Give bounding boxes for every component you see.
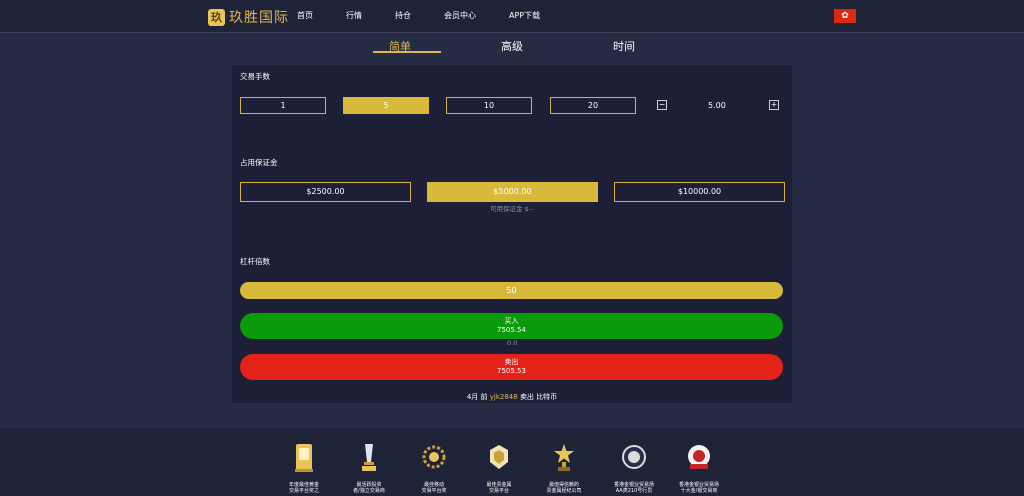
margin-option-10000[interactable]: $10000.00 xyxy=(614,182,785,202)
tab-time[interactable]: 时间 xyxy=(613,38,635,54)
buy-label: 买入 xyxy=(504,317,519,325)
active-tab-indicator xyxy=(373,51,441,53)
emblem-badge-icon xyxy=(688,445,710,469)
margin-label: 占用保证金 xyxy=(240,158,278,167)
award-item: 最佳移动 交易平台奖 xyxy=(404,442,464,494)
order-panel: 交易手数 1 5 10 20 − 5.00 + 占用保证金 $2500.00 $… xyxy=(232,65,792,403)
award-item: 年度最佳黄金 交易平台奖之 xyxy=(274,442,334,494)
star-trophy-icon xyxy=(554,444,574,471)
order-mode-tabs: 简单 高级 时间 xyxy=(0,38,1024,58)
increase-lots-button[interactable]: + xyxy=(769,100,779,110)
award-item: 香港金银业贸易场 十大金/银交易商 xyxy=(669,442,729,494)
award-item: 香港金银业贸易场 AA类210号行员 xyxy=(604,442,664,494)
lots-stepper-value: 5.00 xyxy=(708,101,726,110)
brand-logo[interactable]: 玖 玖胜国际 xyxy=(208,7,289,27)
nav-app-download[interactable]: APP下载 xyxy=(509,10,540,21)
feed-time: 4月 前 xyxy=(466,393,488,401)
sell-button[interactable]: 卖出 7505.53 xyxy=(240,354,783,380)
feed-user: yjk2848 xyxy=(489,393,518,401)
sell-price: 7505.53 xyxy=(497,367,526,375)
spread-value: 0.0 xyxy=(507,339,518,347)
margin-option-2500[interactable]: $2500.00 xyxy=(240,182,411,202)
awards-footer: 年度最佳黄金 交易平台奖之 最活跃投资 者/独立交易商 最佳移动 交易平台奖 最佳贵金… xyxy=(0,428,1024,496)
lots-label: 交易手数 xyxy=(240,72,270,81)
seal-badge-icon xyxy=(622,445,646,469)
sell-label: 卖出 xyxy=(504,358,519,366)
feed-action: 卖出 比特币 xyxy=(519,393,558,401)
nav-positions[interactable]: 持仓 xyxy=(395,10,411,21)
top-navigation-bar: 玖 玖胜国际 首页 行情 持仓 会员中心 APP下载 ✿ xyxy=(0,0,1024,33)
brand-name: 玖胜国际 xyxy=(229,10,289,26)
gold-medal-icon xyxy=(490,445,508,469)
award-item: 最值得信赖的 贵金属经纪公司 xyxy=(534,442,594,494)
decrease-lots-button[interactable]: − xyxy=(657,100,667,110)
trade-activity-feed: 4月 前 yjk2848 卖出 比特币 xyxy=(232,392,792,402)
hong-kong-flag-icon[interactable]: ✿ xyxy=(834,9,856,23)
leverage-label: 杠杆倍数 xyxy=(240,257,270,266)
nav-home[interactable]: 首页 xyxy=(297,10,313,21)
laurel-wreath-icon xyxy=(422,445,446,469)
plaque-icon xyxy=(295,444,313,472)
tab-advanced[interactable]: 高级 xyxy=(501,38,523,54)
lot-option-1[interactable]: 1 xyxy=(240,97,326,114)
lot-option-10[interactable]: 10 xyxy=(446,97,532,114)
nav-market[interactable]: 行情 xyxy=(346,10,362,21)
award-item: 最活跃投资 者/独立交易商 xyxy=(339,442,399,494)
award-item: 最佳贵金属 交易平台 xyxy=(469,442,529,494)
buy-button[interactable]: 买入 7505.54 xyxy=(240,313,783,339)
lot-option-20[interactable]: 20 xyxy=(550,97,636,114)
available-margin-text: 可用保证金 $-- xyxy=(490,205,534,213)
margin-option-5000[interactable]: $5000.00 xyxy=(427,182,598,202)
leverage-selector[interactable]: 50 xyxy=(240,282,783,299)
buy-price: 7505.54 xyxy=(497,326,526,334)
lot-option-5[interactable]: 5 xyxy=(343,97,429,114)
nav-member-center[interactable]: 会员中心 xyxy=(444,10,476,21)
logo-mark-icon: 玖 xyxy=(208,8,225,26)
crystal-trophy-icon xyxy=(362,444,376,471)
